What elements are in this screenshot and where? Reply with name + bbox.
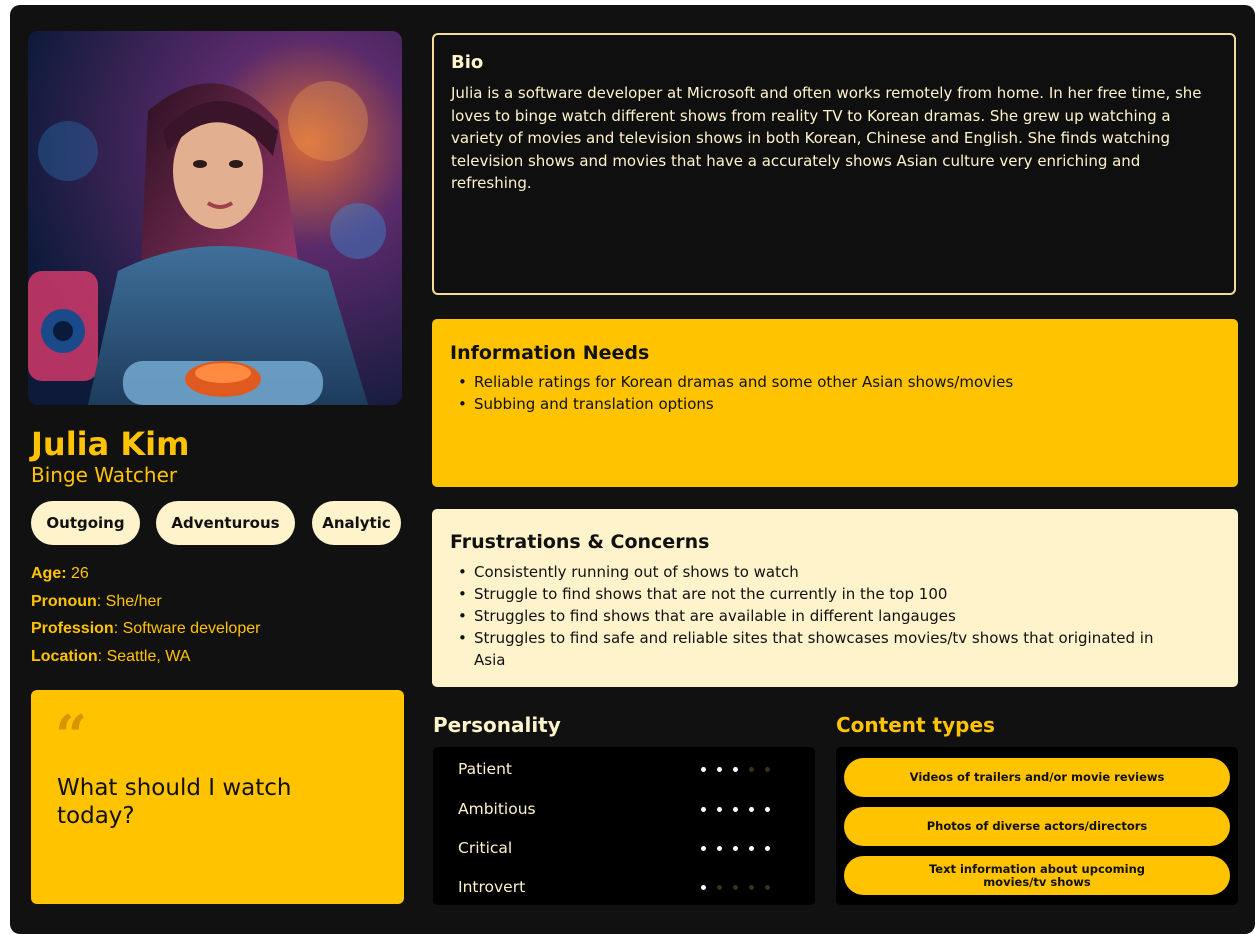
trait-badge-adventurous: Adventurous bbox=[156, 501, 295, 545]
personality-panel: Patient Ambitious Critical Introvert bbox=[433, 747, 815, 905]
fact-age: Age: 26 bbox=[31, 560, 260, 588]
content-type-pill: Text information about upcoming movies/t… bbox=[844, 856, 1230, 895]
persona-facts: Age: 26 Pronoun: She/her Profession: Sof… bbox=[31, 560, 260, 670]
frustrations-list: Consistently running out of shows to wat… bbox=[450, 561, 1170, 671]
fact-label: Location bbox=[31, 647, 98, 665]
information-needs-panel: Information Needs Reliable ratings for K… bbox=[432, 319, 1238, 487]
quote-card: “ What should I watch today? bbox=[31, 690, 404, 904]
fact-value: : She/her bbox=[96, 592, 162, 610]
rating-dot-filled bbox=[765, 806, 770, 812]
persona-name: Julia Kim bbox=[31, 425, 190, 463]
content-type-pill: Videos of trailers and/or movie reviews bbox=[844, 758, 1230, 797]
list-item: Subbing and translation options bbox=[450, 393, 1170, 415]
rating-dot-filled bbox=[749, 845, 754, 851]
rating-dot-filled bbox=[733, 845, 738, 851]
personality-title: Personality bbox=[433, 713, 561, 737]
fact-value: : Software developer bbox=[113, 620, 261, 637]
personality-row-patient: Patient bbox=[458, 757, 788, 781]
rating-dot-empty bbox=[717, 884, 722, 890]
fact-location: Location: Seattle, WA bbox=[31, 643, 260, 671]
rating-dots bbox=[701, 757, 781, 781]
fact-profession: Profession: Software developer bbox=[31, 615, 260, 643]
rating-dot-filled bbox=[717, 806, 722, 812]
frustrations-panel: Frustrations & Concerns Consistently run… bbox=[432, 509, 1238, 687]
personality-row-critical: Critical bbox=[458, 836, 788, 860]
rating-dot-filled bbox=[701, 806, 706, 812]
rating-dots bbox=[701, 797, 781, 821]
quote-mark-icon: “ bbox=[55, 703, 88, 769]
rating-dot-filled bbox=[717, 766, 722, 772]
content-types-panel: Videos of trailers and/or movie reviews … bbox=[836, 747, 1238, 905]
rating-dot-empty bbox=[733, 884, 738, 890]
frustrations-title: Frustrations & Concerns bbox=[450, 531, 710, 553]
rating-dot-filled bbox=[701, 766, 706, 772]
list-item: Struggles to find shows that are availab… bbox=[450, 605, 1170, 627]
fact-label: Age: bbox=[31, 565, 67, 582]
personality-label: Critical bbox=[458, 839, 513, 857]
content-type-pill: Photos of diverse actors/directors bbox=[844, 807, 1230, 846]
persona-photo bbox=[28, 31, 402, 405]
bio-text: Julia is a software developer at Microso… bbox=[451, 84, 1202, 192]
rating-dots bbox=[701, 836, 781, 860]
fact-value: 26 bbox=[66, 565, 89, 582]
rating-dot-empty bbox=[765, 884, 770, 890]
list-item: Struggles to find safe and reliable site… bbox=[450, 627, 1170, 671]
fact-value: : Seattle, WA bbox=[97, 647, 191, 665]
fact-pronoun: Pronoun: She/her bbox=[31, 588, 260, 616]
fact-label: Pronoun bbox=[31, 592, 97, 610]
trait-badge-analytic: Analytic bbox=[312, 501, 401, 545]
information-needs-list: Reliable ratings for Korean dramas and s… bbox=[450, 371, 1170, 415]
rating-dot-filled bbox=[733, 766, 738, 772]
rating-dot-filled bbox=[749, 806, 754, 812]
rating-dot-empty bbox=[749, 766, 754, 772]
personality-label: Ambitious bbox=[458, 800, 536, 818]
content-types-title: Content types bbox=[836, 713, 995, 737]
rating-dot-filled bbox=[701, 845, 706, 851]
rating-dot-empty bbox=[749, 884, 754, 890]
rating-dots bbox=[701, 875, 781, 899]
fact-label: Profession bbox=[31, 620, 114, 637]
personality-label: Patient bbox=[458, 760, 512, 778]
personality-row-introvert: Introvert bbox=[458, 875, 788, 899]
rating-dot-filled bbox=[733, 806, 738, 812]
information-needs-title: Information Needs bbox=[450, 342, 650, 364]
list-item: Reliable ratings for Korean dramas and s… bbox=[450, 371, 1170, 393]
personality-label: Introvert bbox=[458, 878, 526, 896]
persona-role: Binge Watcher bbox=[31, 463, 178, 487]
rating-dot-empty bbox=[765, 766, 770, 772]
bio-panel: Bio Julia is a software developer at Mic… bbox=[432, 33, 1236, 295]
trait-badge-outgoing: Outgoing bbox=[31, 501, 140, 545]
rating-dot-filled bbox=[717, 845, 722, 851]
personality-row-ambitious: Ambitious bbox=[458, 797, 788, 821]
bio-title: Bio bbox=[451, 52, 484, 73]
quote-text: What should I watch today? bbox=[57, 775, 292, 829]
list-item: Struggle to find shows that are not the … bbox=[450, 583, 1170, 605]
rating-dot-filled bbox=[765, 845, 770, 851]
rating-dot-filled bbox=[701, 884, 706, 890]
list-item: Consistently running out of shows to wat… bbox=[450, 561, 1170, 583]
